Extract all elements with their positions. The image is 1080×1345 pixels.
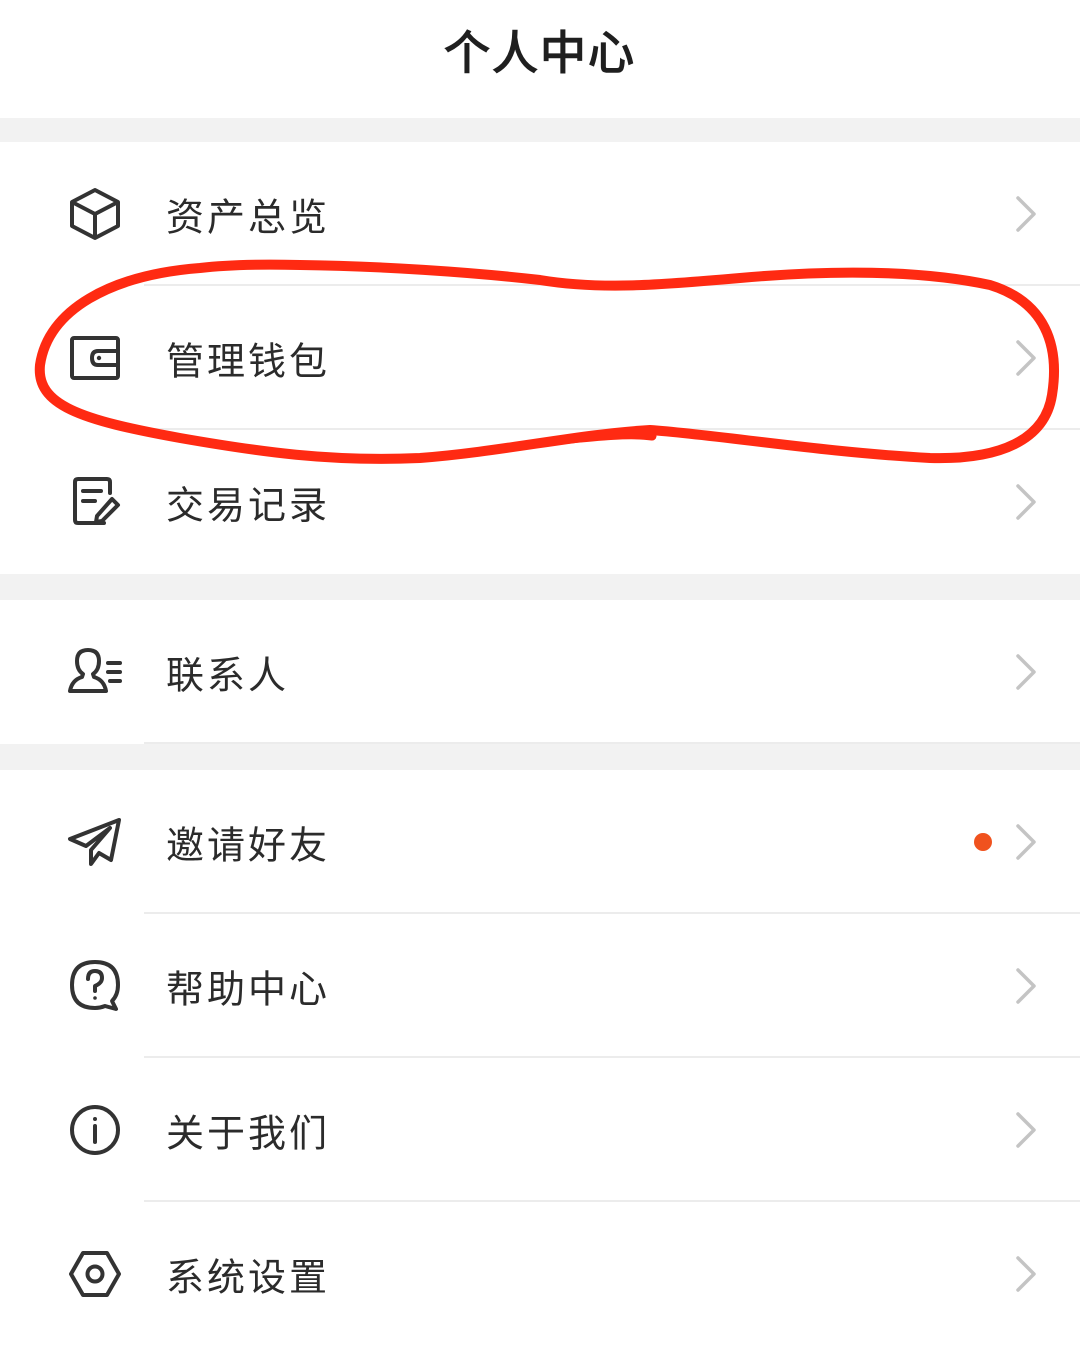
menu-item-transaction-records[interactable]: 交易记录 — [0, 430, 1080, 574]
chevron-right-icon — [1014, 1110, 1038, 1150]
chevron-right-icon — [1014, 1254, 1038, 1294]
menu-group-assets: 资产总览 管理钱包 交易记录 — [0, 142, 1080, 574]
menu-item-system-settings[interactable]: 系统设置 — [0, 1202, 1080, 1345]
chevron-right-icon — [1014, 338, 1038, 378]
section-gap — [0, 744, 1080, 770]
edit-document-icon — [64, 471, 126, 533]
paper-plane-icon — [64, 811, 126, 873]
chevron-right-icon — [1014, 652, 1038, 692]
section-gap — [0, 118, 1080, 142]
menu-item-label: 交易记录 — [166, 483, 331, 528]
nav-header: 个人中心 — [0, 0, 1080, 118]
menu-item-manage-wallet[interactable]: 管理钱包 — [0, 286, 1080, 430]
menu-group-contacts: 联系人 — [0, 600, 1080, 744]
menu-item-invite-friends[interactable]: 邀请好友 — [0, 770, 1080, 914]
notification-dot — [974, 833, 992, 851]
chevron-right-icon — [1014, 194, 1038, 234]
menu-item-asset-overview[interactable]: 资产总览 — [0, 142, 1080, 286]
menu-group-more: 邀请好友 帮助中心 关于我们 系统设置 — [0, 770, 1080, 1345]
menu-item-label: 管理钱包 — [166, 339, 331, 384]
info-icon — [64, 1099, 126, 1161]
cube-icon — [64, 183, 126, 245]
personal-center-page: 个人中心 资产总览 管理钱包 交易记录 联系人 邀请好友 帮助中心 关于我们 系… — [0, 0, 1080, 1345]
chevron-right-icon — [1014, 966, 1038, 1006]
contacts-icon — [64, 641, 126, 703]
menu-item-label: 帮助中心 — [166, 967, 331, 1012]
hexagon-settings-icon — [64, 1243, 126, 1305]
help-question-icon — [64, 955, 126, 1017]
menu-item-label: 关于我们 — [166, 1111, 331, 1156]
section-gap — [0, 574, 1080, 600]
menu-item-about-us[interactable]: 关于我们 — [0, 1058, 1080, 1202]
menu-item-label: 邀请好友 — [166, 823, 331, 868]
menu-item-contacts[interactable]: 联系人 — [0, 600, 1080, 744]
menu-item-label: 系统设置 — [166, 1255, 331, 1300]
chevron-right-icon — [1014, 482, 1038, 522]
menu-item-label: 资产总览 — [166, 195, 331, 240]
chevron-right-icon — [1014, 822, 1038, 862]
menu-item-label: 联系人 — [166, 653, 290, 698]
wallet-icon — [64, 327, 126, 389]
menu-item-help-center[interactable]: 帮助中心 — [0, 914, 1080, 1058]
page-title: 个人中心 — [444, 26, 636, 80]
